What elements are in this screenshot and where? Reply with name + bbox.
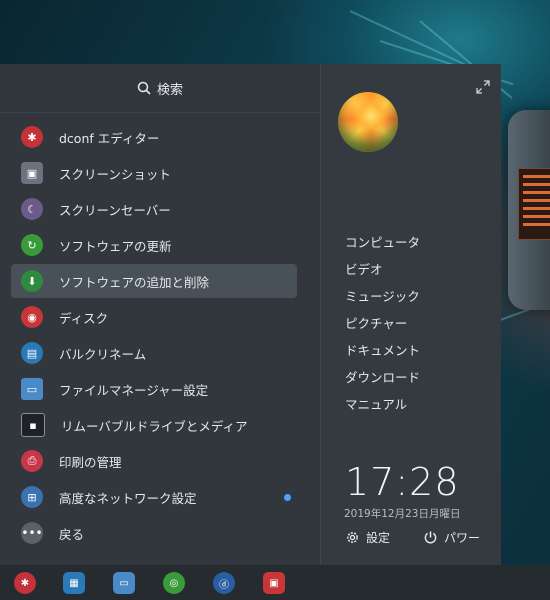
app-item-disks[interactable]: ◉ ディスク [11,300,297,334]
new-app-indicator [284,493,291,501]
app-label: ソフトウェアの更新 [59,238,172,254]
back-label: 戻る [59,526,85,542]
place-computer[interactable]: コンピュータ [345,232,420,251]
removable-drive-icon: ▪ [21,413,45,437]
printer-icon: ⎙ [21,450,43,472]
app-label: ソフトウェアの追加と削除 [59,274,210,290]
app-item-dconf-editor[interactable]: ✱ dconf エディター [11,120,297,154]
gear-icon [347,531,358,543]
more-icon: ••• [21,522,43,544]
disks-icon[interactable]: ▣ [263,572,285,594]
place-downloads[interactable]: ダウンロード [345,367,420,386]
screenshot-icon[interactable]: ▦ [63,572,85,594]
wallpaper-device [508,110,550,310]
app-item-software-update[interactable]: ↻ ソフトウェアの更新 [11,228,297,262]
place-music[interactable]: ミュージック [345,286,420,305]
screensaver-icon: ☾ [21,198,43,220]
dconf-editor-icon[interactable]: ✱ [14,572,36,594]
expand-icon[interactable] [476,80,490,94]
file-manager-settings-icon: ▭ [21,378,43,400]
app-label: ファイルマネージャー設定 [59,382,209,398]
place-documents[interactable]: ドキュメント [345,340,420,359]
clock-time: 17:28 [345,460,460,504]
divider [0,112,320,113]
power-icon [424,530,437,543]
app-item-screensaver[interactable]: ☾ スクリーンセーバー [11,192,297,226]
search-field[interactable]: 検索 [0,64,320,112]
app-item-screenshot[interactable]: ▣ スクリーンショット [11,156,297,190]
network-settings-icon: ⊞ [21,486,43,508]
disks-icon: ◉ [21,306,43,328]
application-menu: 検索 ✱ dconf エディター ▣ スクリーンショット ☾ スクリーンセーバー… [0,64,501,565]
app-item-print-manager[interactable]: ⎙ 印刷の管理 [11,444,297,478]
app-label: ディスク [59,310,109,326]
power-button[interactable]: パワー [423,526,480,548]
app-label: スクリーンセーバー [59,202,171,218]
search-icon [137,81,151,95]
place-pictures[interactable]: ピクチャー [345,313,407,332]
bulk-rename-icon: ▤ [21,342,43,364]
places-pane: コンピュータ ビデオ ミュージック ピクチャー ドキュメント ダウンロード マニ… [320,64,501,565]
clock-date: 2019年12月23日月曜日 [344,508,461,520]
software-update-icon[interactable]: ◎ [163,572,185,594]
back-button[interactable]: ••• 戻る [11,516,297,550]
software-update-icon: ↻ [21,234,43,256]
dconf-editor-icon: ✱ [21,126,43,148]
app-item-file-manager-settings[interactable]: ▭ ファイルマネージャー設定 [11,372,297,406]
app-item-software-install[interactable]: ⬇ ソフトウェアの追加と削除 [11,264,297,298]
bottom-panel: ✱ ▦ ▭ ◎ ⓓ ▣ [0,565,550,600]
app-item-network-settings[interactable]: ⊞ 高度なネットワーク設定 [11,480,297,514]
software-install-icon[interactable]: ⓓ [213,572,235,594]
screenshot-icon: ▣ [21,162,43,184]
file-manager-icon[interactable]: ▭ [113,572,135,594]
power-label: パワー [444,530,481,545]
app-list-pane: 検索 ✱ dconf エディター ▣ スクリーンショット ☾ スクリーンセーバー… [0,64,320,565]
app-label: スクリーンショット [59,166,171,182]
settings-label: 設定 [366,530,391,545]
app-item-bulk-rename[interactable]: ▤ バルクリネーム [11,336,297,370]
app-label: 印刷の管理 [59,454,122,470]
place-manual[interactable]: マニュアル [345,394,407,413]
app-label: dconf エディター [59,130,160,146]
app-label: バルクリネーム [59,346,147,362]
place-videos[interactable]: ビデオ [345,259,383,278]
app-label: リムーバブルドライブとメディア [61,418,248,434]
software-install-icon: ⬇ [21,270,43,292]
app-label: 高度なネットワーク設定 [59,490,197,506]
settings-button[interactable]: 設定 [345,526,390,548]
user-avatar[interactable] [338,92,398,152]
app-item-removable-drives[interactable]: ▪ リムーバブルドライブとメディア [11,408,297,442]
search-label: 検索 [156,82,183,98]
